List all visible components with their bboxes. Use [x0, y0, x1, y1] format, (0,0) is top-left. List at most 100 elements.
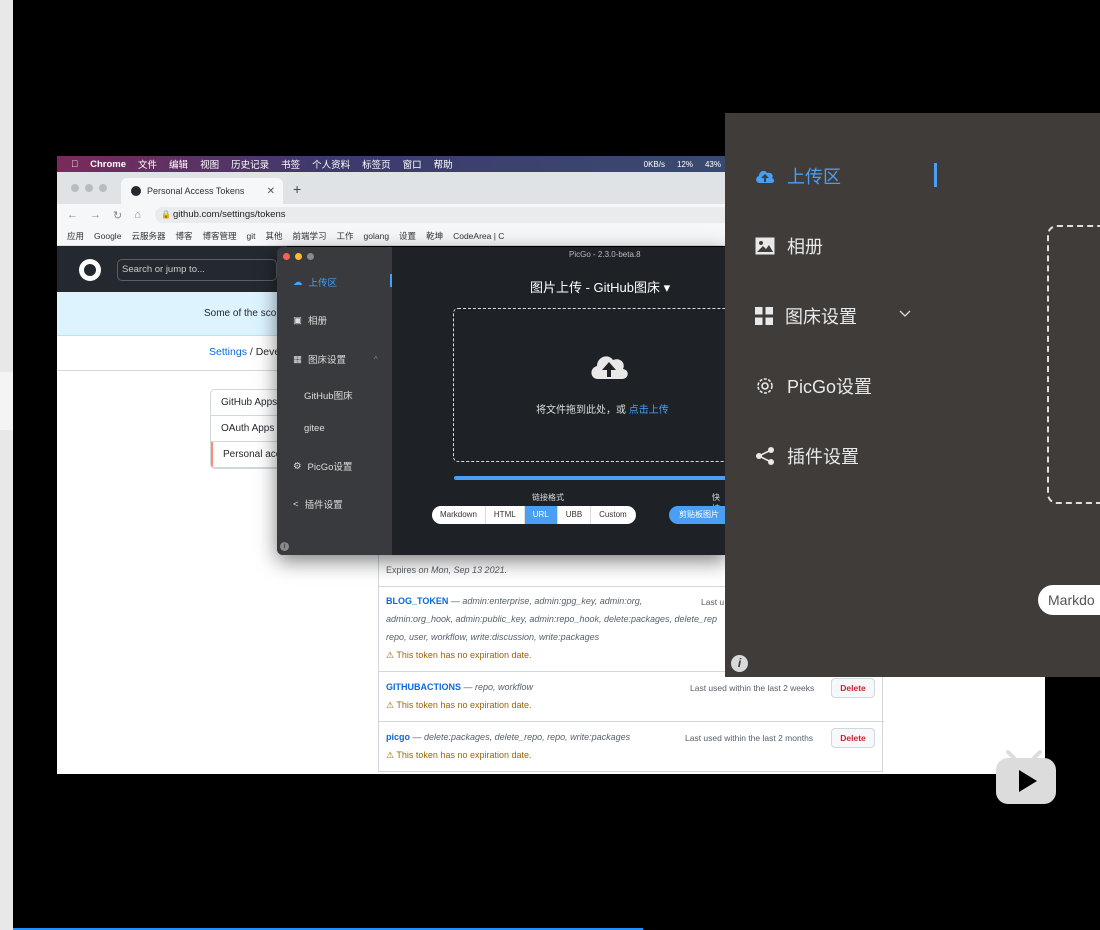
bookmark-item[interactable]: 前端学习 — [292, 230, 326, 242]
delete-token-button[interactable]: Delete — [831, 728, 875, 748]
cloud-upload-icon — [756, 170, 775, 183]
upload-progress-bar — [454, 476, 727, 480]
image-icon: ▣ — [293, 314, 302, 326]
format-markdown[interactable]: Markdown — [432, 506, 486, 524]
menubar-item[interactable]: 帮助 — [434, 157, 453, 171]
reload-icon[interactable]: ↻ — [113, 209, 122, 222]
apple-icon[interactable]:  — [71, 159, 78, 170]
picgo-menu-pic-bed[interactable]: 图床设置 — [755, 303, 857, 329]
picgo-menu-plugins[interactable]: < 插件设置 — [293, 497, 343, 512]
format-html[interactable]: HTML — [486, 506, 525, 524]
click-upload-link[interactable]: 点击上传 — [629, 405, 669, 416]
lock-icon: 🔒 — [161, 210, 171, 219]
share-icon — [756, 447, 774, 465]
menubar-item[interactable]: 窗口 — [403, 157, 422, 171]
bookmark-item[interactable]: 应用 — [67, 230, 84, 242]
github-header: Search or jump to... — [57, 246, 287, 292]
picgo-menu-github[interactable]: GitHub图床 — [304, 388, 353, 402]
token-row: GITHUBACTIONS — repo, workflow ⚠ This to… — [386, 682, 534, 710]
token-warning: This token has no expiration date. — [396, 750, 532, 760]
upload-dropzone[interactable]: 将文件拖到此处，或 点击上传 — [453, 308, 727, 462]
menubar-item[interactable]: 编辑 — [169, 157, 188, 171]
new-tab-icon[interactable]: + — [293, 181, 301, 197]
window-title: PicGo - 2.3.0-beta.8 — [569, 250, 641, 259]
image-icon — [755, 237, 775, 255]
background-strip — [0, 0, 13, 930]
browser-tabbar: Personal Access Tokens ✕ + — [57, 172, 727, 204]
bookmark-item[interactable]: 其他 — [265, 230, 282, 242]
clipboard-upload-button[interactable]: 剪贴板图片 — [669, 506, 727, 524]
home-icon[interactable]: ⌂ — [134, 209, 141, 222]
menubar-item[interactable]: 历史记录 — [231, 157, 269, 171]
window-controls[interactable] — [283, 253, 314, 260]
picgo-menu-pic-bed[interactable]: ▦ 图床设置 ^ — [293, 352, 378, 367]
format-markdown[interactable]: Markdo — [1038, 585, 1100, 615]
nav-personal-tokens[interactable]: Personal acc — [211, 442, 279, 468]
chevron-down-icon[interactable] — [899, 310, 911, 318]
menubar-item[interactable]: 文件 — [138, 157, 157, 171]
picgo-menu-upload[interactable]: 上传区 — [755, 163, 841, 189]
format-custom[interactable]: Custom — [591, 506, 636, 524]
picgo-menu-settings[interactable]: ⚙ PicGo设置 — [293, 459, 352, 474]
menubar-item[interactable]: 个人资料 — [312, 157, 350, 171]
menubar-item[interactable]: 标签页 — [362, 157, 391, 171]
token-expiry: Expires on Mon, Sep 13 2021. — [386, 565, 508, 575]
info-icon[interactable]: i — [280, 542, 289, 551]
format-url[interactable]: URL — [524, 506, 558, 524]
bookmarks-bar: 应用 Google 云服务器 博客 博客管理 git 其他 前端学习 工作 go… — [57, 226, 727, 246]
bookmark-item[interactable]: 乾坤 — [426, 230, 443, 242]
back-icon[interactable]: ← — [67, 209, 78, 222]
delete-token-button[interactable]: Delete — [831, 678, 875, 698]
breadcrumb-separator: / — [249, 346, 253, 358]
github-logo-icon[interactable] — [79, 259, 101, 281]
picgo-menu-gallery[interactable]: ▣ 相册 — [293, 313, 327, 328]
forward-icon[interactable]: → — [90, 209, 101, 222]
window-controls[interactable] — [71, 184, 107, 192]
play-icon[interactable] — [996, 750, 1056, 804]
nav-oauth-apps[interactable]: OAuth Apps — [211, 416, 279, 442]
breadcrumb-settings[interactable]: Settings — [209, 346, 247, 358]
close-tab-icon[interactable]: ✕ — [267, 186, 275, 197]
bookmark-item[interactable]: golang — [364, 231, 390, 241]
url-bar[interactable]: 🔒 github.com/settings/tokens — [155, 207, 735, 223]
info-icon[interactable]: i — [731, 655, 748, 672]
token-name[interactable]: picgo — [386, 732, 410, 742]
menubar-app[interactable]: Chrome — [90, 159, 126, 170]
bookmark-item[interactable]: git — [246, 231, 255, 241]
token-warning: This token has no expiration date. — [396, 700, 532, 710]
bookmark-item[interactable]: 云服务器 — [131, 230, 165, 242]
bookmark-item[interactable]: 博客管理 — [202, 230, 236, 242]
picgo-menu-gitee[interactable]: gitee — [304, 423, 325, 434]
bookmark-item[interactable]: 工作 — [337, 230, 354, 242]
token-last-used: Last used within the last 2 weeks — [690, 683, 815, 693]
grid-icon: ▦ — [293, 353, 302, 365]
browser-tab[interactable]: Personal Access Tokens ✕ — [121, 178, 283, 204]
address-toolbar: ← → ↻ ⌂ 🔒 github.com/settings/tokens — [57, 204, 735, 226]
menubar-item[interactable]: 书签 — [281, 157, 300, 171]
bookmark-item[interactable]: CodeArea | C — [453, 231, 504, 241]
mem-status: 43% — [704, 159, 721, 169]
bookmark-item[interactable]: Google — [94, 231, 121, 241]
picgo-menu-settings[interactable]: PicGo设置 — [755, 373, 872, 399]
upload-title[interactable]: 图片上传 - GitHub图床 ▾ — [530, 277, 670, 296]
nav-github-apps[interactable]: GitHub Apps — [211, 390, 279, 416]
upload-dropzone[interactable] — [1047, 225, 1100, 504]
picgo-menu-upload[interactable]: ☁ 上传区 — [293, 275, 337, 290]
network-status: 0KB/s — [643, 159, 665, 169]
github-search-input[interactable]: Search or jump to... — [117, 259, 277, 281]
bookmark-item[interactable]: 博客 — [175, 230, 192, 242]
link-format-selector: Markdown HTML URL UBB Custom — [432, 506, 636, 524]
upload-cloud-icon — [591, 356, 628, 379]
dropzone-text: 将文件拖到此处，或 — [536, 405, 629, 416]
picgo-menu-plugins[interactable]: 插件设置 — [755, 443, 859, 469]
bookmark-item[interactable]: 设置 — [399, 230, 416, 242]
url-text: github.com/settings/tokens — [173, 209, 286, 220]
github-favicon-icon — [131, 186, 141, 196]
menubar-item[interactable]: 视图 — [200, 157, 219, 171]
token-name[interactable]: GITHUBACTIONS — [386, 682, 461, 692]
gear-icon: ⚙ — [293, 460, 302, 472]
picgo-menu-gallery[interactable]: 相册 — [755, 233, 823, 259]
format-ubb[interactable]: UBB — [558, 506, 592, 524]
warning-icon: ⚠ — [386, 700, 395, 710]
token-name[interactable]: BLOG_TOKEN — [386, 596, 448, 606]
